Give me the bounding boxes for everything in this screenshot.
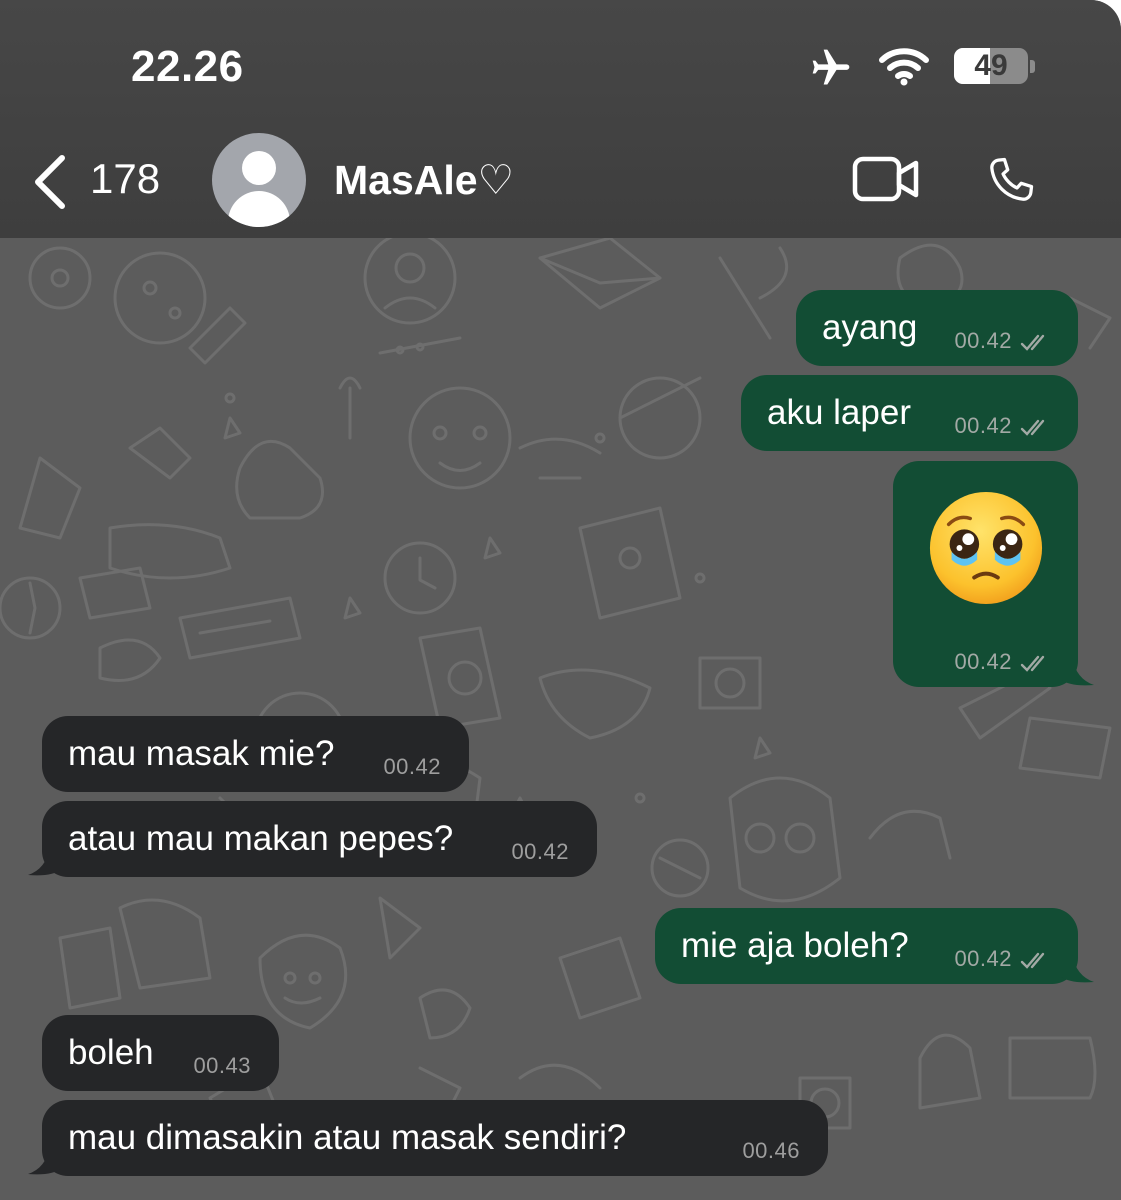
message-text: mau dimasakin atau masak sendiri?: [68, 1118, 627, 1157]
read-receipt-icon: [1020, 655, 1045, 672]
chat-screen: 22.26 49 178 MasAle♡ ayang 00.42 aku lap…: [0, 0, 1121, 1200]
message-time: 00.42: [954, 328, 1012, 353]
voice-call-icon[interactable]: [982, 152, 1040, 208]
message-bubble-incoming[interactable]: atau mau makan pepes? 00.42: [42, 801, 597, 877]
bubble-tail-incoming: [28, 1146, 62, 1175]
message-bubble-incoming[interactable]: mau dimasakin atau masak sendiri? 00.46: [42, 1100, 828, 1176]
message-time: 00.42: [954, 946, 1012, 971]
bubble-tail-incoming: [28, 847, 62, 876]
battery-icon: 49: [954, 48, 1028, 84]
read-receipt-icon: [1020, 419, 1045, 436]
back-unread-count[interactable]: 178: [90, 155, 160, 203]
avatar-head: [242, 151, 276, 185]
message-text: aku laper: [767, 393, 911, 432]
read-receipt-icon: [1020, 334, 1045, 351]
message-text: mau masak mie?: [68, 734, 335, 773]
video-call-icon[interactable]: [852, 155, 920, 203]
pleading-face-emoji-icon: [929, 491, 1043, 605]
contact-name[interactable]: MasAle♡: [334, 156, 514, 204]
message-bubble-incoming[interactable]: mau masak mie? 00.42: [42, 716, 469, 792]
message-text: atau mau makan pepes?: [68, 819, 454, 858]
message-bubble-outgoing[interactable]: ayang 00.42: [796, 290, 1078, 366]
bubble-tail-outgoing: [1060, 657, 1094, 686]
airplane-mode-icon: [812, 49, 850, 85]
wifi-icon: [879, 48, 929, 86]
message-text: boleh: [68, 1033, 154, 1072]
message-bubble-outgoing-emoji[interactable]: 00.42: [893, 461, 1078, 687]
message-time: 00.42: [954, 649, 1012, 674]
battery-nub: [1030, 60, 1035, 73]
back-chevron-icon[interactable]: [30, 154, 70, 210]
message-bubble-incoming[interactable]: boleh 00.43: [42, 1015, 279, 1091]
message-time: 00.46: [742, 1138, 800, 1163]
message-time: 00.42: [511, 839, 569, 864]
message-bubble-outgoing[interactable]: aku laper 00.42: [741, 375, 1078, 451]
chat-area[interactable]: ayang 00.42 aku laper 00.42 00.42 mau ma…: [0, 238, 1121, 1200]
message-time: 00.43: [193, 1053, 251, 1078]
message-time: 00.42: [383, 754, 441, 779]
read-receipt-icon: [1020, 952, 1045, 969]
battery-level: 49: [974, 49, 1008, 82]
avatar[interactable]: [212, 133, 306, 227]
message-time: 00.42: [954, 413, 1012, 438]
bubble-tail-outgoing: [1060, 954, 1094, 983]
status-time: 22.26: [131, 42, 244, 91]
message-bubble-outgoing[interactable]: mie aja boleh? 00.42: [655, 908, 1078, 984]
message-text: mie aja boleh?: [681, 926, 909, 965]
message-text: ayang: [822, 308, 918, 347]
avatar-body: [228, 191, 290, 227]
chat-header: 22.26 49 178 MasAle♡: [0, 0, 1121, 238]
